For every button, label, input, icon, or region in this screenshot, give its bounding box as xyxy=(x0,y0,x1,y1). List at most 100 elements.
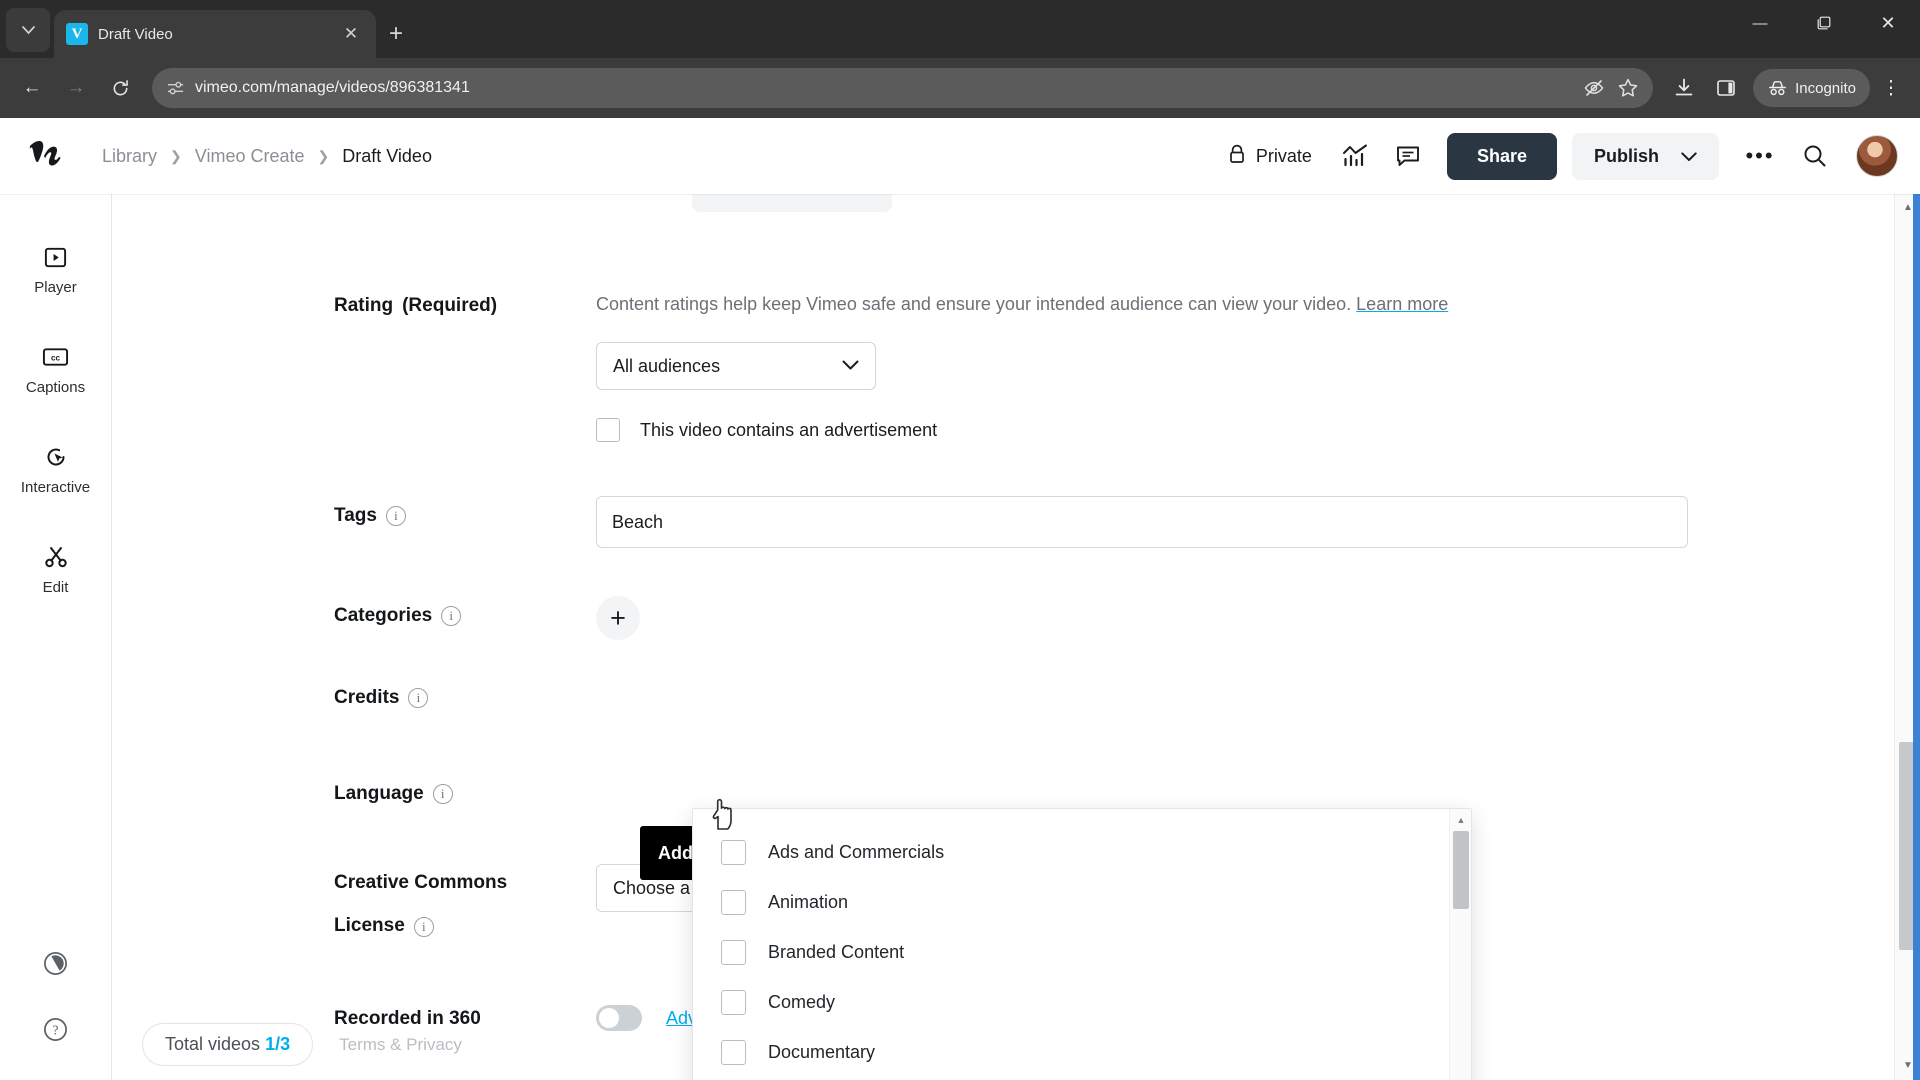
publish-button[interactable]: Publish xyxy=(1571,132,1719,180)
breadcrumb-item-vimeo-create[interactable]: Vimeo Create xyxy=(195,146,305,167)
tags-input[interactable]: Beach xyxy=(596,496,1688,548)
info-icon[interactable]: i xyxy=(441,606,462,626)
category-option[interactable]: Branded Content xyxy=(693,927,1449,977)
app-body: Player cc Captions Interactive Edit ? Ra… xyxy=(0,194,1920,1080)
sidebar-item-captions[interactable]: cc Captions xyxy=(0,342,111,396)
theme-toggle-icon[interactable] xyxy=(42,950,69,982)
scroll-up-arrow-icon[interactable]: ▲ xyxy=(1450,812,1472,828)
chevron-down-icon[interactable] xyxy=(842,359,859,374)
avatar[interactable] xyxy=(1856,135,1898,177)
hide-eye-icon[interactable] xyxy=(1583,77,1605,99)
categories-option-list: Ads and Commercials Animation Branded Co… xyxy=(693,809,1449,1080)
tags-field: Beach xyxy=(592,496,1902,548)
site-settings-icon[interactable] xyxy=(166,79,185,98)
dropdown-scrollbar-thumb[interactable] xyxy=(1453,831,1469,909)
sidebar-item-player[interactable]: Player xyxy=(0,242,111,296)
breadcrumb-item-library[interactable]: Library xyxy=(102,146,157,167)
publish-label: Publish xyxy=(1593,145,1659,166)
help-icon[interactable]: ? xyxy=(42,1016,69,1048)
breadcrumb-separator-icon: ❯ xyxy=(170,147,182,164)
category-checkbox[interactable] xyxy=(721,889,746,915)
info-icon[interactable]: i xyxy=(413,917,434,937)
rating-help-sentence: Content ratings help keep Vimeo safe and… xyxy=(596,294,1352,314)
sidebar-item-interactive[interactable]: Interactive xyxy=(0,442,111,496)
incognito-label: Incognito xyxy=(1795,79,1856,97)
minimize-icon[interactable]: — xyxy=(1728,0,1792,46)
total-videos-value: 1/3 xyxy=(265,1034,291,1054)
window-controls: — ✕ xyxy=(1728,0,1920,46)
share-button[interactable]: Share xyxy=(1446,132,1557,180)
category-option[interactable]: Ads and Commercials xyxy=(693,827,1449,877)
breadcrumb-separator-icon: ❯ xyxy=(317,147,330,164)
interactive-icon xyxy=(43,442,69,472)
advertisement-checkbox[interactable] xyxy=(596,418,620,442)
reload-icon[interactable] xyxy=(100,68,140,108)
info-icon[interactable]: i xyxy=(385,506,406,526)
downloads-icon[interactable] xyxy=(1665,69,1703,107)
sidebar-label: Captions xyxy=(25,379,86,396)
dropdown-scrollbar[interactable]: ▲ ▼ xyxy=(1449,809,1471,1080)
rating-field: Content ratings help keep Vimeo safe and… xyxy=(592,286,1902,442)
total-videos-pill: Total videos 1/3 xyxy=(142,1023,314,1066)
rating-label: Rating (Required) xyxy=(334,286,592,324)
browser-tab[interactable]: V Draft Video ✕ xyxy=(54,10,376,58)
breadcrumb-item-draft-video[interactable]: Draft Video xyxy=(342,146,432,167)
categories-dropdown[interactable]: Ads and Commercials Animation Branded Co… xyxy=(692,808,1472,1080)
back-icon[interactable]: ← xyxy=(12,68,52,108)
category-checkbox[interactable] xyxy=(721,1039,746,1065)
category-option[interactable]: Animation xyxy=(693,877,1449,927)
analytics-icon[interactable] xyxy=(1331,132,1379,180)
category-option-label: Ads and Commercials xyxy=(768,841,945,862)
sidebar-footer: ? xyxy=(42,950,69,1048)
privacy-button[interactable]: Private xyxy=(1213,135,1326,178)
close-tab-icon[interactable]: ✕ xyxy=(338,21,364,47)
address-bar[interactable]: vimeo.com/manage/videos/896381341 xyxy=(152,68,1654,108)
categories-label: Categories i xyxy=(334,596,592,634)
bookmark-star-icon[interactable] xyxy=(1617,77,1639,99)
category-option[interactable]: Comedy xyxy=(693,977,1449,1027)
forward-icon[interactable]: → xyxy=(56,68,96,108)
language-row: Language i xyxy=(334,774,1902,812)
more-options-icon[interactable]: ••• xyxy=(1734,132,1786,180)
rating-label-text: Rating xyxy=(334,295,394,316)
info-icon[interactable]: i xyxy=(432,784,453,804)
comments-icon[interactable] xyxy=(1384,132,1432,180)
rating-select[interactable]: All audiences xyxy=(596,342,876,390)
side-panel-icon[interactable] xyxy=(1707,69,1745,107)
credits-label: Credits i xyxy=(334,678,592,716)
add-category-button[interactable]: + xyxy=(596,596,640,640)
category-checkbox[interactable] xyxy=(721,939,746,965)
scissors-icon xyxy=(43,542,69,572)
rating-required-text: (Required) xyxy=(402,295,498,316)
close-window-icon[interactable]: ✕ xyxy=(1856,0,1920,46)
vimeo-logo-icon[interactable] xyxy=(18,133,72,179)
vimeo-app: Library ❯ Vimeo Create ❯ Draft Video Pri… xyxy=(0,118,1920,1080)
info-icon[interactable]: i xyxy=(408,688,429,708)
category-checkbox[interactable] xyxy=(721,839,746,865)
browser-tabstrip: V Draft Video ✕ + — ✕ xyxy=(0,0,1920,58)
terms-privacy-link[interactable]: Terms & Privacy xyxy=(339,1035,462,1055)
language-label: Language i xyxy=(334,774,592,812)
incognito-profile-button[interactable]: Incognito xyxy=(1753,69,1870,107)
sidebar-item-edit[interactable]: Edit xyxy=(0,542,111,596)
sidebar: Player cc Captions Interactive Edit ? xyxy=(0,194,112,1080)
browser-menu-icon[interactable]: ⋮ xyxy=(1874,69,1908,107)
url-text: vimeo.com/manage/videos/896381341 xyxy=(195,79,470,96)
category-option-label: Animation xyxy=(768,891,849,912)
learn-more-link[interactable]: Learn more xyxy=(1356,294,1448,314)
lock-icon xyxy=(1227,143,1247,170)
breadcrumb: Library ❯ Vimeo Create ❯ Draft Video xyxy=(102,146,432,167)
category-option[interactable]: Documentary xyxy=(693,1027,1449,1077)
svg-text:cc: cc xyxy=(51,353,61,362)
maximize-icon[interactable] xyxy=(1792,0,1856,46)
new-tab-icon[interactable]: + xyxy=(376,14,416,54)
sidebar-label: Edit xyxy=(42,579,69,596)
category-checkbox[interactable] xyxy=(721,989,746,1015)
chevron-down-icon[interactable] xyxy=(1681,146,1697,167)
browser-window: V Draft Video ✕ + — ✕ ← → vimeo.com/mana… xyxy=(0,0,1920,1080)
advertisement-label: This video contains an advertisement xyxy=(640,419,938,440)
search-icon[interactable] xyxy=(1791,132,1839,180)
advertisement-checkbox-row[interactable]: This video contains an advertisement xyxy=(596,418,1902,442)
tab-search-button[interactable] xyxy=(6,8,50,52)
credits-label-text: Credits xyxy=(334,687,400,708)
